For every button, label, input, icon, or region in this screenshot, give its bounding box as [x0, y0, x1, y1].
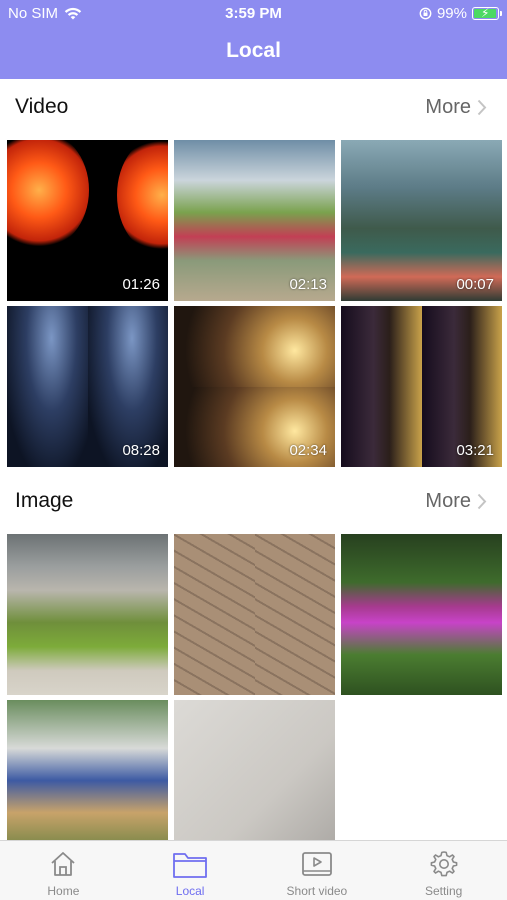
video-icon — [301, 852, 332, 876]
tab-setting[interactable]: Setting — [380, 841, 507, 900]
tab-home-label: Home — [47, 884, 80, 898]
status-bar: No SIM 3:59 PM 99% ⚡ — [0, 0, 507, 28]
battery-percent: 99% — [436, 5, 467, 22]
video-duration: 01:26 — [122, 276, 160, 293]
video-more-button[interactable]: More — [425, 96, 487, 119]
image-thumbnail[interactable] — [7, 534, 168, 695]
image-thumbnail[interactable] — [174, 534, 335, 695]
image-section-header: Image More — [0, 481, 507, 521]
tab-setting-label: Setting — [424, 884, 463, 898]
image-section-title: Image — [15, 489, 74, 512]
gear-icon — [430, 851, 458, 877]
tab-home[interactable]: Home — [0, 841, 127, 900]
tab-local[interactable]: Local — [127, 841, 254, 900]
image-frame-right — [254, 534, 335, 695]
video-thumbnail[interactable]: 02:34 — [174, 306, 335, 467]
video-frame-right — [117, 140, 168, 255]
image-thumbnail[interactable] — [174, 700, 335, 861]
video-duration: 02:13 — [289, 276, 327, 293]
video-frame-left — [174, 140, 255, 301]
page-title: Local — [226, 39, 281, 62]
video-duration: 02:34 — [289, 442, 327, 459]
orientation-lock-icon — [419, 7, 432, 20]
video-frame-left — [341, 140, 422, 301]
image-thumbnail[interactable] — [7, 700, 168, 861]
chevron-right-icon — [477, 99, 487, 116]
charging-bolt-icon: ⚡ — [481, 6, 490, 20]
video-thumbnail[interactable]: 00:07 — [341, 140, 502, 301]
video-section-header: Video More — [0, 87, 507, 127]
home-icon — [51, 852, 75, 876]
image-more-label: More — [425, 490, 471, 512]
image-frame-right — [87, 534, 168, 695]
video-duration: 08:28 — [122, 442, 160, 459]
app-header: No SIM 3:59 PM 99% ⚡ Local — [0, 0, 507, 79]
image-frame-left — [7, 700, 88, 861]
tab-local-label: Local — [175, 884, 205, 898]
video-section-title: Video — [15, 95, 69, 118]
video-thumbnail[interactable]: 08:28 — [7, 306, 168, 467]
chevron-right-icon — [477, 493, 487, 510]
status-right: 99% ⚡ — [419, 5, 502, 22]
video-duration: 03:21 — [456, 442, 494, 459]
image-frame-right — [87, 700, 168, 861]
tab-short-video-label: Short video — [286, 884, 348, 898]
image-thumbnail[interactable] — [341, 534, 502, 695]
tab-bar: Home Local Short video Setting — [0, 840, 507, 900]
video-thumbnail[interactable]: 02:13 — [174, 140, 335, 301]
video-more-label: More — [425, 96, 471, 118]
folder-icon — [173, 853, 208, 878]
video-frame-left — [7, 140, 89, 250]
video-thumbnail[interactable]: 03:21 — [341, 306, 502, 467]
image-frame-left — [7, 534, 88, 695]
battery-icon: ⚡ — [472, 6, 502, 20]
video-frame-left — [7, 306, 88, 467]
video-frame-left — [341, 306, 422, 467]
tab-short-video[interactable]: Short video — [254, 841, 381, 900]
video-duration: 00:07 — [456, 276, 494, 293]
image-more-button[interactable]: More — [425, 490, 487, 513]
video-thumbnail[interactable]: 01:26 — [7, 140, 168, 301]
video-frame-top — [174, 306, 335, 387]
image-frame-left — [174, 534, 255, 695]
